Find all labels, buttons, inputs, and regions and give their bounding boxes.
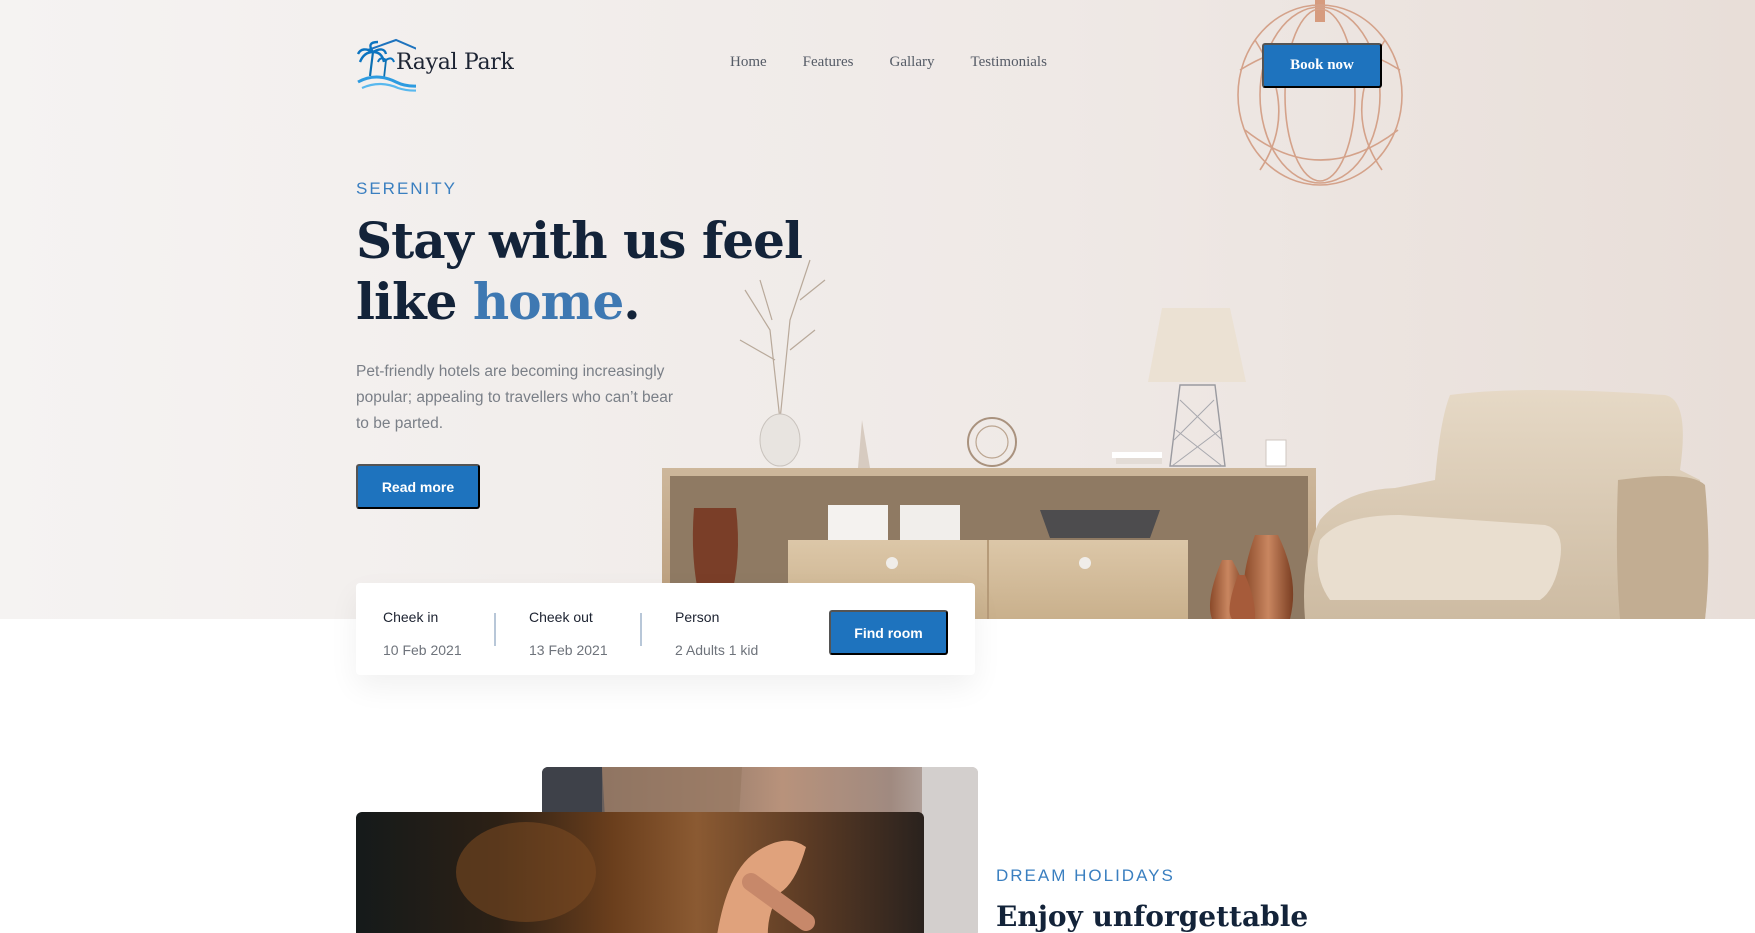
nav-item-gallary[interactable]: Gallary <box>890 54 935 71</box>
divider <box>640 613 642 646</box>
person-value: 2 Adults 1 kid <box>675 642 759 658</box>
nav-item-features[interactable]: Features <box>803 54 854 71</box>
brand-name: Rayal Park <box>396 50 514 75</box>
main-menu: Home Features Gallary Testimonials <box>730 54 1047 71</box>
checkin-value: 10 Feb 2021 <box>383 642 462 658</box>
hand-photo-art <box>456 822 815 933</box>
book-now-button[interactable]: Book now <box>1262 43 1382 88</box>
brand-logo[interactable]: Rayal Park <box>356 38 516 94</box>
top-navigation: Rayal Park Home Features Gallary Testimo… <box>0 0 1755 130</box>
service-bell-photo <box>356 812 924 933</box>
checkin-label: Cheek in <box>383 609 439 625</box>
person-field[interactable]: Person 2 Adults 1 kid <box>675 609 758 658</box>
hero-headline: Stay with us feel like home. <box>356 210 816 332</box>
checkout-value: 13 Feb 2021 <box>529 642 608 658</box>
divider <box>494 613 496 646</box>
read-more-button[interactable]: Read more <box>356 464 480 509</box>
checkout-label: Cheek out <box>529 609 593 625</box>
checkout-field[interactable]: Cheek out 13 Feb 2021 <box>529 609 608 658</box>
headline-end: . <box>623 272 640 331</box>
checkin-field[interactable]: Cheek in 10 Feb 2021 <box>383 609 462 658</box>
headline-accent: home <box>472 272 624 331</box>
hero-eyebrow: SERENITY <box>356 179 458 198</box>
section-title: Enjoy unforgettable <box>996 900 1309 933</box>
find-room-button[interactable]: Find room <box>829 610 948 655</box>
nav-item-testimonials[interactable]: Testimonials <box>970 54 1046 71</box>
nav-item-home[interactable]: Home <box>730 54 767 71</box>
person-label: Person <box>675 609 720 625</box>
section-eyebrow: DREAM HOLIDAYS <box>996 866 1175 885</box>
hero-description: Pet-friendly hotels are becoming increas… <box>356 363 674 432</box>
booking-bar: Cheek in 10 Feb 2021 Cheek out 13 Feb 20… <box>356 583 975 675</box>
